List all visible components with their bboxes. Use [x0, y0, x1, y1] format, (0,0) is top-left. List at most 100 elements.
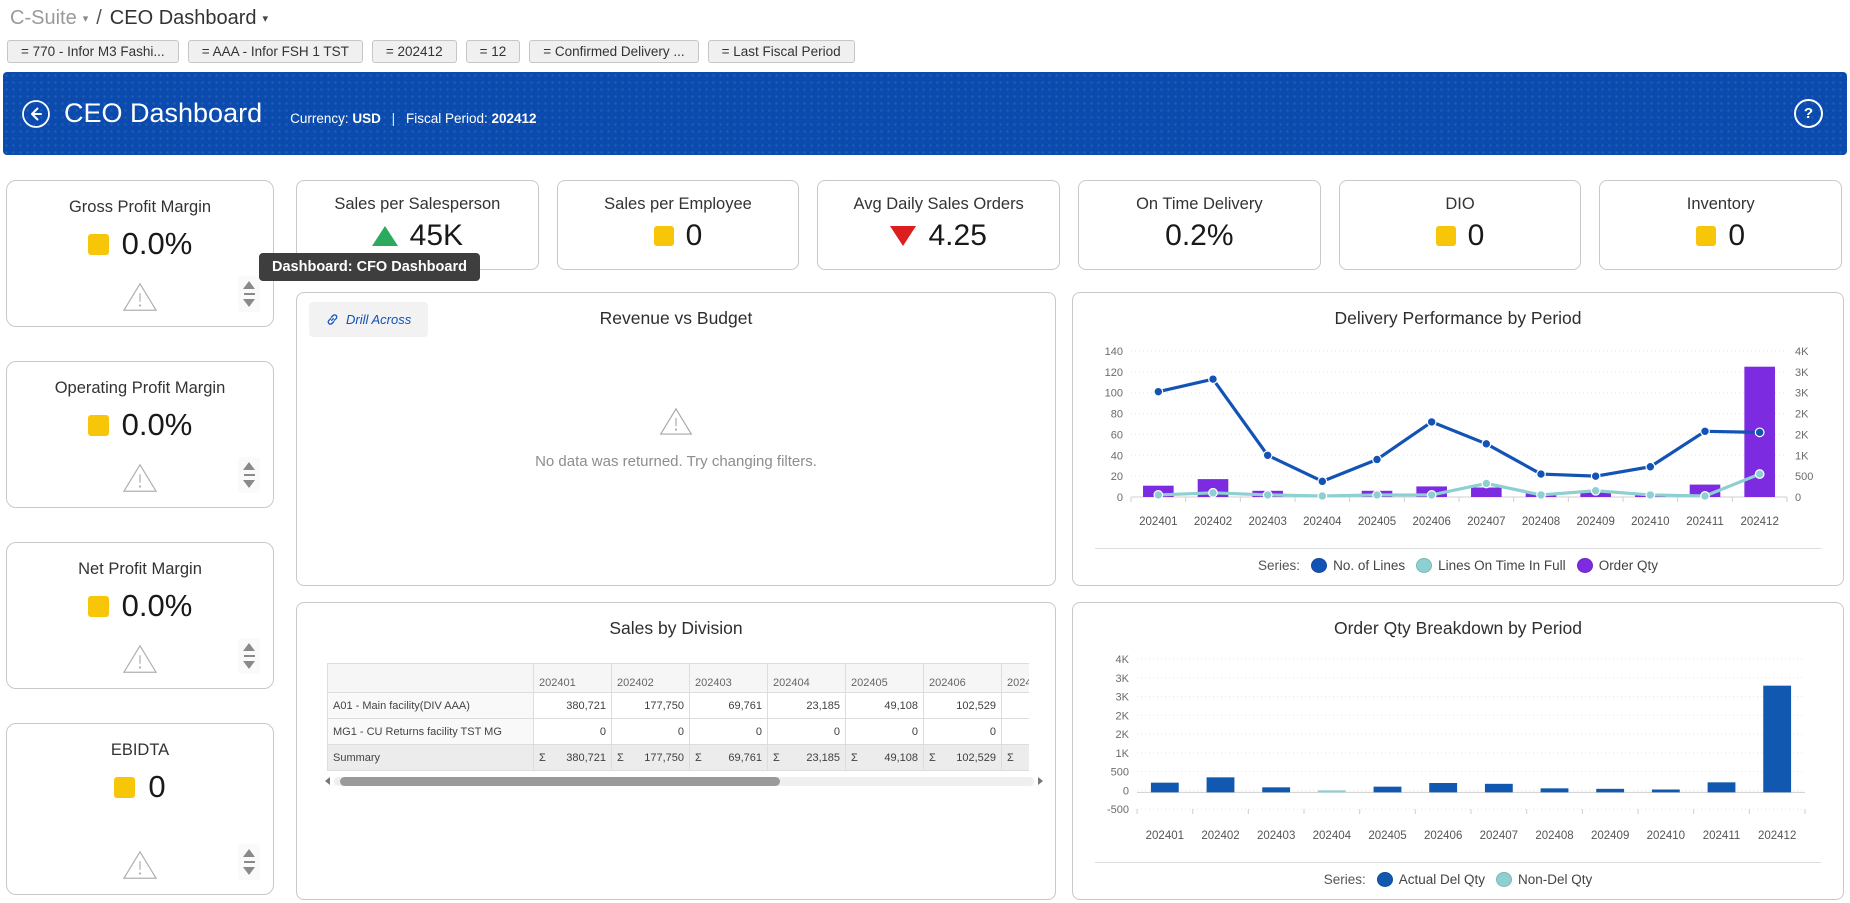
table-row[interactable]: MG1 - CU Returns facility TST MG0000000 [328, 719, 1030, 745]
spinner-down-icon[interactable] [243, 480, 255, 488]
sort-spinner[interactable] [238, 276, 260, 313]
scroll-right-icon[interactable] [1038, 777, 1043, 785]
filter-chip[interactable]: = AAA - Infor FSH 1 TST [188, 40, 363, 63]
scrollbar-thumb[interactable] [340, 777, 780, 786]
spinner-down-icon[interactable] [243, 661, 255, 669]
panel-title: Delivery Performance by Period [1073, 308, 1843, 329]
kpi-value-row: 4.25 [818, 219, 1059, 253]
kpi-top-row: Sales per Salesperson 45K Sales per Employ… [296, 180, 1842, 270]
kpi-card[interactable]: EBIDTA0 [6, 723, 274, 895]
kpi-card[interactable]: On Time Delivery0.2% [1078, 180, 1321, 270]
kpi-title: Sales per Salesperson [297, 195, 538, 214]
legend-item[interactable]: Actual Del Qty [1377, 872, 1485, 887]
kpi-card[interactable]: Net Profit Margin0.0% [6, 542, 274, 689]
sort-spinner[interactable] [238, 844, 260, 881]
filter-chip[interactable]: = Last Fiscal Period [708, 40, 855, 63]
cell: 0 [612, 719, 690, 745]
legend-item[interactable]: Lines On Time In Full [1416, 558, 1566, 573]
scroll-left-icon[interactable] [325, 777, 330, 785]
filter-chip[interactable]: = Confirmed Delivery ... [529, 40, 698, 63]
yellow-square-indicator [88, 234, 109, 255]
spinner-up-icon[interactable] [243, 849, 255, 857]
arrow-left-icon [21, 99, 51, 129]
kpi-card[interactable]: Avg Daily Sales Orders 4.25 [817, 180, 1060, 270]
spinner-up-icon[interactable] [243, 281, 255, 289]
kpi-value: 45K [410, 219, 463, 253]
column-header: 202407 [1002, 664, 1030, 693]
svg-text:0: 0 [1795, 492, 1801, 504]
summary-cell: Σ380,721 [534, 745, 612, 771]
legend-item-label: No. of Lines [1333, 558, 1405, 573]
kpi-title: Avg Daily Sales Orders [818, 195, 1059, 214]
sigma-icon: Σ [851, 752, 858, 764]
kpi-card[interactable]: Operating Profit Margin0.0% [6, 361, 274, 508]
help-icon[interactable]: ? [1794, 99, 1823, 128]
cell: 0 [534, 719, 612, 745]
kpi-card[interactable]: Gross Profit Margin0.0% [6, 180, 274, 327]
svg-text:202406: 202406 [1412, 516, 1450, 528]
summary-row: SummaryΣ380,721Σ177,750Σ69,761Σ23,185Σ49… [328, 745, 1030, 771]
kpi-card[interactable]: Sales per Employee0 [557, 180, 800, 270]
cell: 0 [924, 719, 1002, 745]
filter-chip[interactable]: = 12 [466, 40, 521, 63]
table-row[interactable]: A01 - Main facility(DIV AAA)380,721177,7… [328, 693, 1030, 719]
legend-series-label: Series: [1258, 558, 1300, 573]
kpi-title: Inventory [1600, 195, 1841, 214]
sales-table-viewport: 2024012024022024032024042024052024062024… [327, 663, 1029, 771]
sort-spinner[interactable] [238, 638, 260, 675]
svg-text:500: 500 [1795, 471, 1813, 483]
spinner-bar [244, 474, 255, 477]
summary-value: 102,529 [956, 752, 996, 764]
tooltip: Dashboard: CFO Dashboard [259, 253, 480, 281]
warning-icon [121, 461, 159, 495]
warning-icon [658, 405, 694, 438]
breadcrumb-page-dropdown[interactable]: CEO Dashboard ▾ [110, 7, 268, 30]
spinner-up-icon[interactable] [243, 643, 255, 651]
breadcrumb-folder-dropdown[interactable]: C-Suite ▾ [10, 7, 88, 30]
no-data-message: No data was returned. Try changing filte… [297, 405, 1055, 470]
kpi-value-row: 0.0% [7, 407, 273, 443]
filter-chip[interactable]: = 202412 [372, 40, 457, 63]
column-header: 202402 [612, 664, 690, 693]
legend-item[interactable]: Order Qty [1577, 558, 1658, 573]
legend-item[interactable]: No. of Lines [1311, 558, 1405, 573]
spinner-down-icon[interactable] [243, 867, 255, 875]
sort-spinner[interactable] [238, 457, 260, 494]
svg-text:202412: 202412 [1758, 830, 1796, 842]
warning-icon [121, 642, 159, 676]
spinner-down-icon[interactable] [243, 299, 255, 307]
kpi-title: DIO [1340, 195, 1581, 214]
dashboard-header: CEO Dashboard Currency: USD | Fiscal Per… [3, 72, 1847, 155]
filter-chip[interactable]: = 770 - Infor M3 Fashi... [7, 40, 179, 63]
svg-text:2K: 2K [1116, 729, 1130, 741]
back-button[interactable] [21, 99, 51, 129]
svg-text:202408: 202408 [1522, 516, 1560, 528]
delivery-performance-chart[interactable]: 1404K1203K1003K802K602K401K2050000202401… [1085, 339, 1831, 531]
spinner-up-icon[interactable] [243, 462, 255, 470]
svg-text:3K: 3K [1116, 673, 1130, 685]
legend-dot [1377, 872, 1393, 887]
svg-text:202411: 202411 [1686, 516, 1724, 528]
sigma-icon: Σ [773, 752, 780, 764]
legend-dot [1496, 872, 1512, 887]
drill-across-button[interactable]: Drill Across [309, 302, 428, 337]
spinner-bar [244, 655, 255, 658]
corner-cell [328, 664, 534, 693]
svg-text:202410: 202410 [1647, 830, 1685, 842]
summary-cell: Σ177,750 [612, 745, 690, 771]
summary-cell: Σ22,508 [1002, 745, 1030, 771]
kpi-value: 0 [148, 769, 165, 805]
kpi-card[interactable]: DIO0 [1339, 180, 1582, 270]
page-title: CEO Dashboard [64, 98, 262, 129]
legend-item[interactable]: Non-Del Qty [1496, 872, 1592, 887]
sales-by-division-table: 2024012024022024032024042024052024062024… [327, 663, 1029, 771]
horizontal-scrollbar[interactable] [325, 775, 1043, 787]
order-qty-breakdown-panel: Order Qty Breakdown by Period 4K3K3K2K2K… [1072, 602, 1844, 900]
legend-dot [1577, 558, 1593, 573]
svg-text:202404: 202404 [1303, 516, 1342, 528]
order-qty-breakdown-chart[interactable]: 4K3K3K2K2K1K5000-50020240120240220240320… [1085, 649, 1831, 845]
kpi-card[interactable]: Inventory0 [1599, 180, 1842, 270]
svg-text:1K: 1K [1795, 450, 1809, 462]
scrollbar-track[interactable] [334, 777, 1034, 786]
chevron-down-icon: ▾ [83, 12, 89, 25]
